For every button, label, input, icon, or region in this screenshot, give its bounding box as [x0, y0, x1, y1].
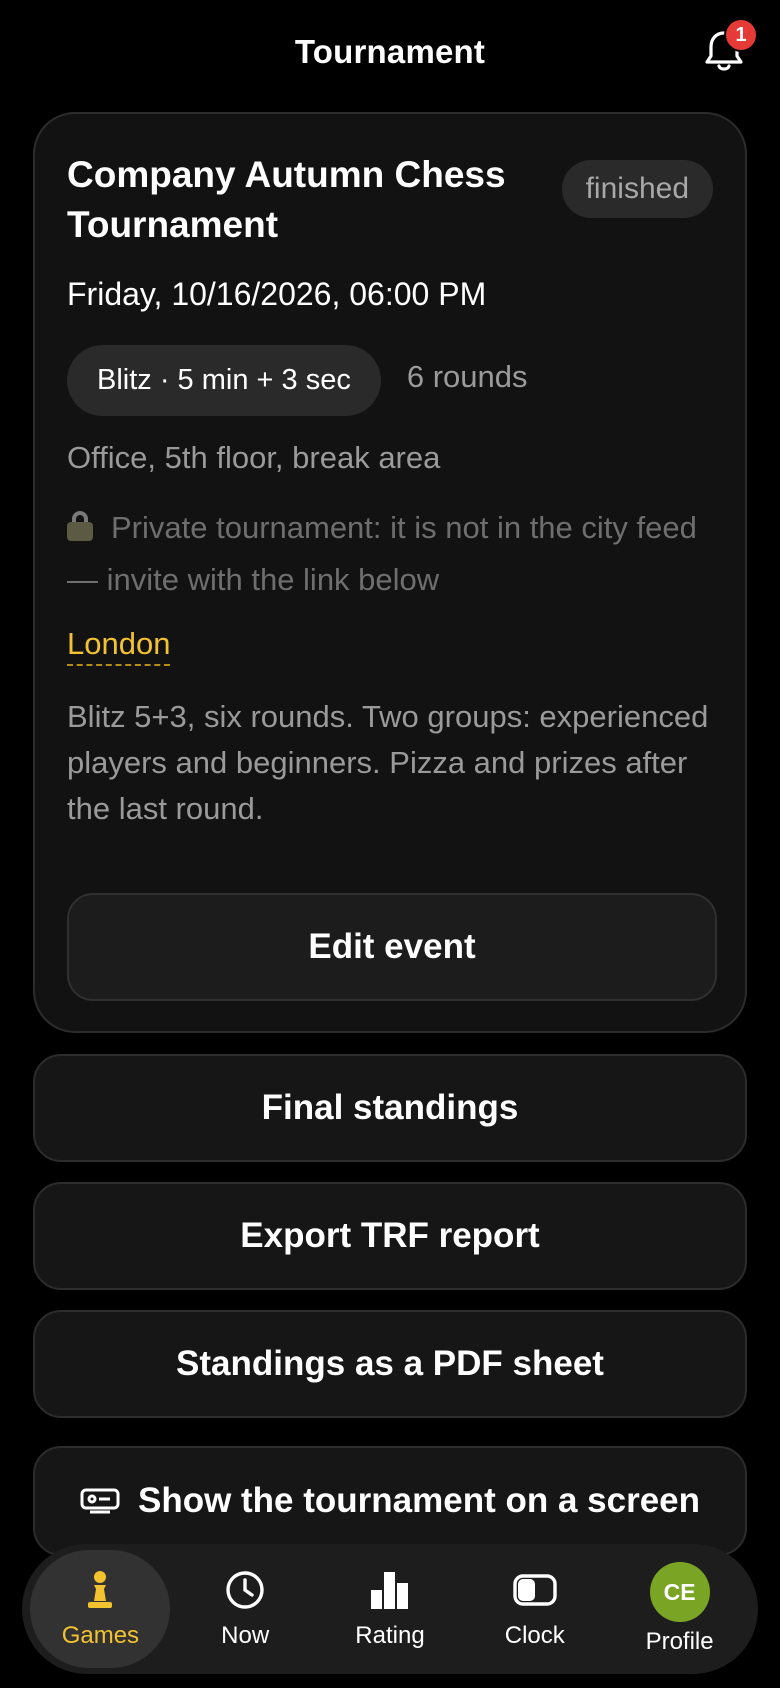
city-link[interactable]: London: [67, 626, 171, 666]
pdf-sheet-button[interactable]: Standings as a PDF sheet: [33, 1310, 747, 1418]
header: Tournament 1: [0, 0, 780, 104]
nav-label-now: Now: [221, 1622, 270, 1649]
clock-icon: [223, 1568, 267, 1612]
private-note-text: Private tournament: it is not in the cit…: [67, 510, 697, 597]
notification-count-badge: 1: [724, 18, 758, 52]
event-title-row: Company Autumn Chess Tournament finished: [67, 150, 713, 250]
nav-item-rating[interactable]: Rating: [320, 1550, 460, 1668]
event-card: Company Autumn Chess Tournament finished…: [33, 112, 747, 1033]
notifications-button[interactable]: 1: [702, 18, 758, 74]
nav-label-clock: Clock: [504, 1622, 565, 1649]
nav-item-games[interactable]: Games: [30, 1550, 171, 1668]
event-description: Blitz 5+3, six rounds. Two groups: exper…: [67, 699, 709, 826]
nav-item-now[interactable]: Now: [175, 1550, 315, 1668]
nav-label-games: Games: [61, 1622, 140, 1649]
nav-item-clock[interactable]: Clock: [465, 1550, 605, 1668]
show-on-screen-label: Show the tournament on a screen: [137, 1481, 701, 1520]
format-pill: Blitz · 5 min + 3 sec: [67, 345, 381, 416]
nav-item-profile[interactable]: CE Profile: [610, 1550, 750, 1668]
tournament-screen: Tournament 1 Company Autumn Chess Tourna…: [0, 0, 780, 1688]
page-title: Tournament: [294, 33, 486, 70]
show-on-screen-button[interactable]: Show the tournament on a screen: [33, 1446, 747, 1556]
nav-label-profile: Profile: [645, 1628, 714, 1655]
screen-icon: [80, 1488, 120, 1514]
avatar: CE: [649, 1562, 710, 1622]
rounds-count: 6 rounds: [406, 358, 528, 394]
status-badge: finished: [561, 160, 713, 218]
bottom-nav: Games Now Rating Clock CE Profile: [22, 1544, 758, 1674]
final-standings-button[interactable]: Final standings: [33, 1054, 747, 1162]
event-title: Company Autumn Chess Tournament: [67, 154, 506, 245]
bar-chart-icon: [368, 1568, 412, 1612]
nav-label-rating: Rating: [355, 1622, 425, 1649]
format-row: Blitz · 5 min + 3 sec 6 rounds: [67, 345, 713, 416]
export-trf-button[interactable]: Export TRF report: [33, 1182, 747, 1290]
edit-event-button[interactable]: Edit event: [67, 893, 717, 1001]
event-location: Office, 5th floor, break area: [67, 440, 441, 475]
private-note: Private tournament: it is not in the cit…: [67, 502, 713, 606]
pawn-icon: [78, 1568, 122, 1612]
chess-clock-icon: [513, 1568, 557, 1612]
event-date: Friday, 10/16/2026, 06:00 PM: [67, 276, 487, 312]
lock-icon: [67, 511, 93, 541]
